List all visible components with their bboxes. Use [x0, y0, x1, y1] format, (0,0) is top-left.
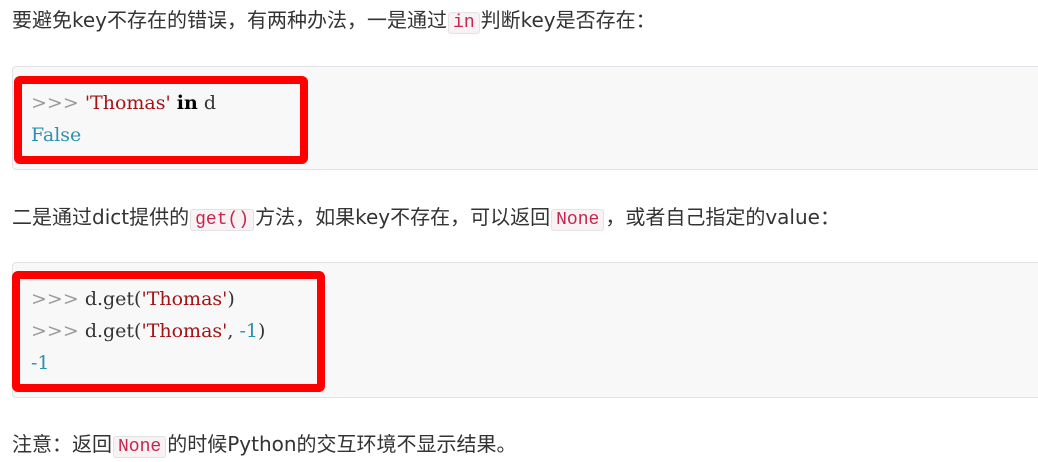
paragraph-get-method: 二是通过dict提供的 get() 方法，如果key不存在，可以返回 None ，或者自…: [12, 203, 840, 234]
red-highlight-box: [14, 76, 308, 164]
paragraph-text: 二是通过dict提供的: [12, 205, 190, 229]
paragraph-text: 要避免key不存在的错误，有两种办法，一是通过: [12, 8, 448, 32]
inline-code-none: None: [551, 209, 605, 231]
paragraph-text: 注意：返回: [12, 432, 112, 456]
paragraph-note: 注意：返回 None 的时候Python的交互环境不显示结果。: [12, 430, 517, 461]
paragraph-text: 判断key是否存在：: [480, 8, 656, 32]
paragraph-text: ，或者自己指定的value：: [605, 205, 840, 229]
red-highlight-box: [12, 271, 325, 392]
inline-code-in: in: [448, 12, 480, 34]
paragraph-text: 的时候Python的交互环境不显示结果。: [167, 432, 517, 456]
inline-code-none: None: [113, 436, 167, 458]
paragraph-check-key: 要避免key不存在的错误，有两种办法，一是通过 in 判断key是否存在：: [12, 6, 656, 37]
paragraph-text: 方法，如果key不存在，可以返回: [255, 205, 551, 229]
inline-code-get: get(): [190, 209, 255, 231]
